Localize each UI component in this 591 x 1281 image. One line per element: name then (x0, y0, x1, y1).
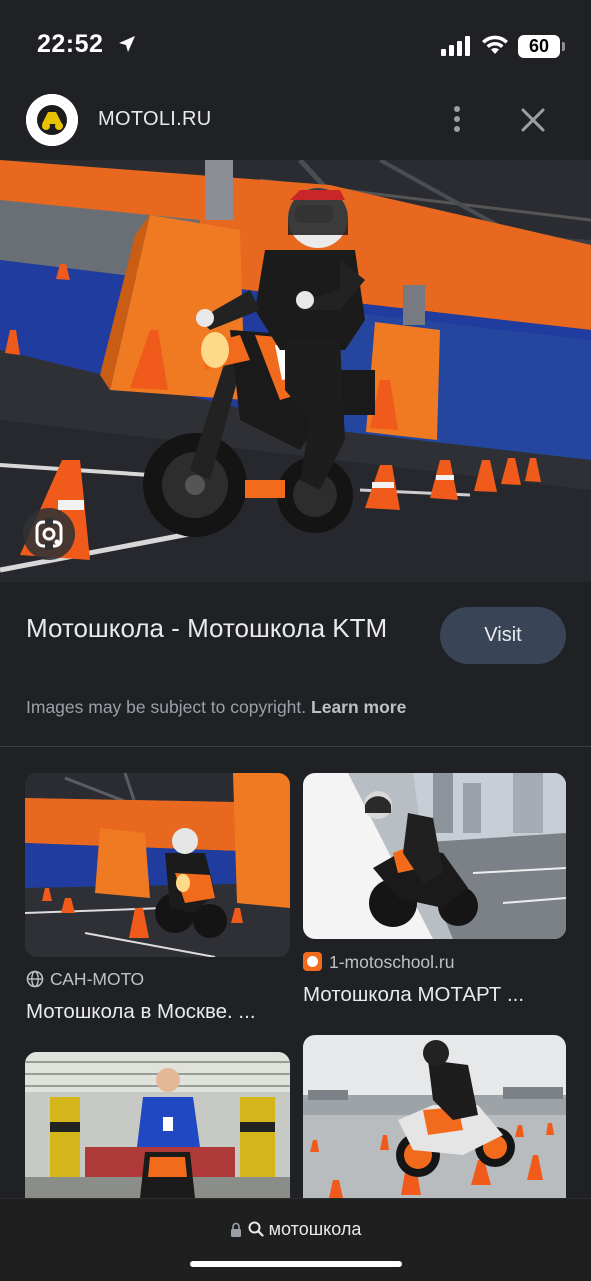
preview-image[interactable] (0, 160, 591, 582)
close-icon[interactable] (516, 103, 550, 137)
status-time: 22:52 (37, 30, 104, 58)
google-lens-icon[interactable] (23, 508, 75, 560)
learn-more-link[interactable]: Learn more (311, 697, 406, 717)
status-bar: 22:52 60 (0, 0, 591, 90)
more-vert-icon[interactable] (446, 102, 468, 136)
related-image-2[interactable] (303, 773, 566, 939)
related-image-4[interactable] (303, 1035, 566, 1198)
related-title-1[interactable]: Мотошкола в Москве. ... (26, 1000, 290, 1024)
location-arrow-icon (119, 36, 135, 52)
viewer-header: MOTOLI.RU (0, 90, 591, 160)
motoschool-favicon-icon (303, 952, 322, 971)
search-icon (248, 1221, 264, 1237)
lock-icon (230, 1222, 241, 1237)
visit-button[interactable]: Visit (440, 607, 566, 664)
site-name[interactable]: MOTOLI.RU (98, 108, 211, 131)
related-source-1: САН-МОТО (50, 969, 145, 989)
copyright-notice: Images may be subject to copyright. Lear… (26, 697, 406, 718)
bottom-address-bar[interactable]: мотошкола (0, 1198, 591, 1281)
divider (0, 746, 591, 747)
wifi-icon (482, 35, 508, 54)
url-row[interactable]: мотошкола (0, 1219, 591, 1240)
globe-icon (26, 970, 44, 988)
related-source-2: 1-motoschool.ru (329, 952, 455, 972)
related-image-3[interactable] (25, 1052, 290, 1198)
home-indicator[interactable] (190, 1261, 402, 1267)
motoli-logo-icon[interactable] (26, 94, 78, 146)
cellular-signal-icon (441, 36, 470, 56)
result-title[interactable]: Мотошкола - Мотошкола KTM (26, 610, 418, 647)
related-image-1[interactable] (25, 773, 290, 957)
related-title-2[interactable]: Мотошкола МОТАРТ ... (303, 983, 566, 1007)
battery-tip (562, 42, 565, 51)
battery-indicator: 60 (518, 35, 560, 58)
search-query: мотошкола (268, 1219, 362, 1239)
copyright-text: Images may be subject to copyright. (26, 697, 307, 717)
